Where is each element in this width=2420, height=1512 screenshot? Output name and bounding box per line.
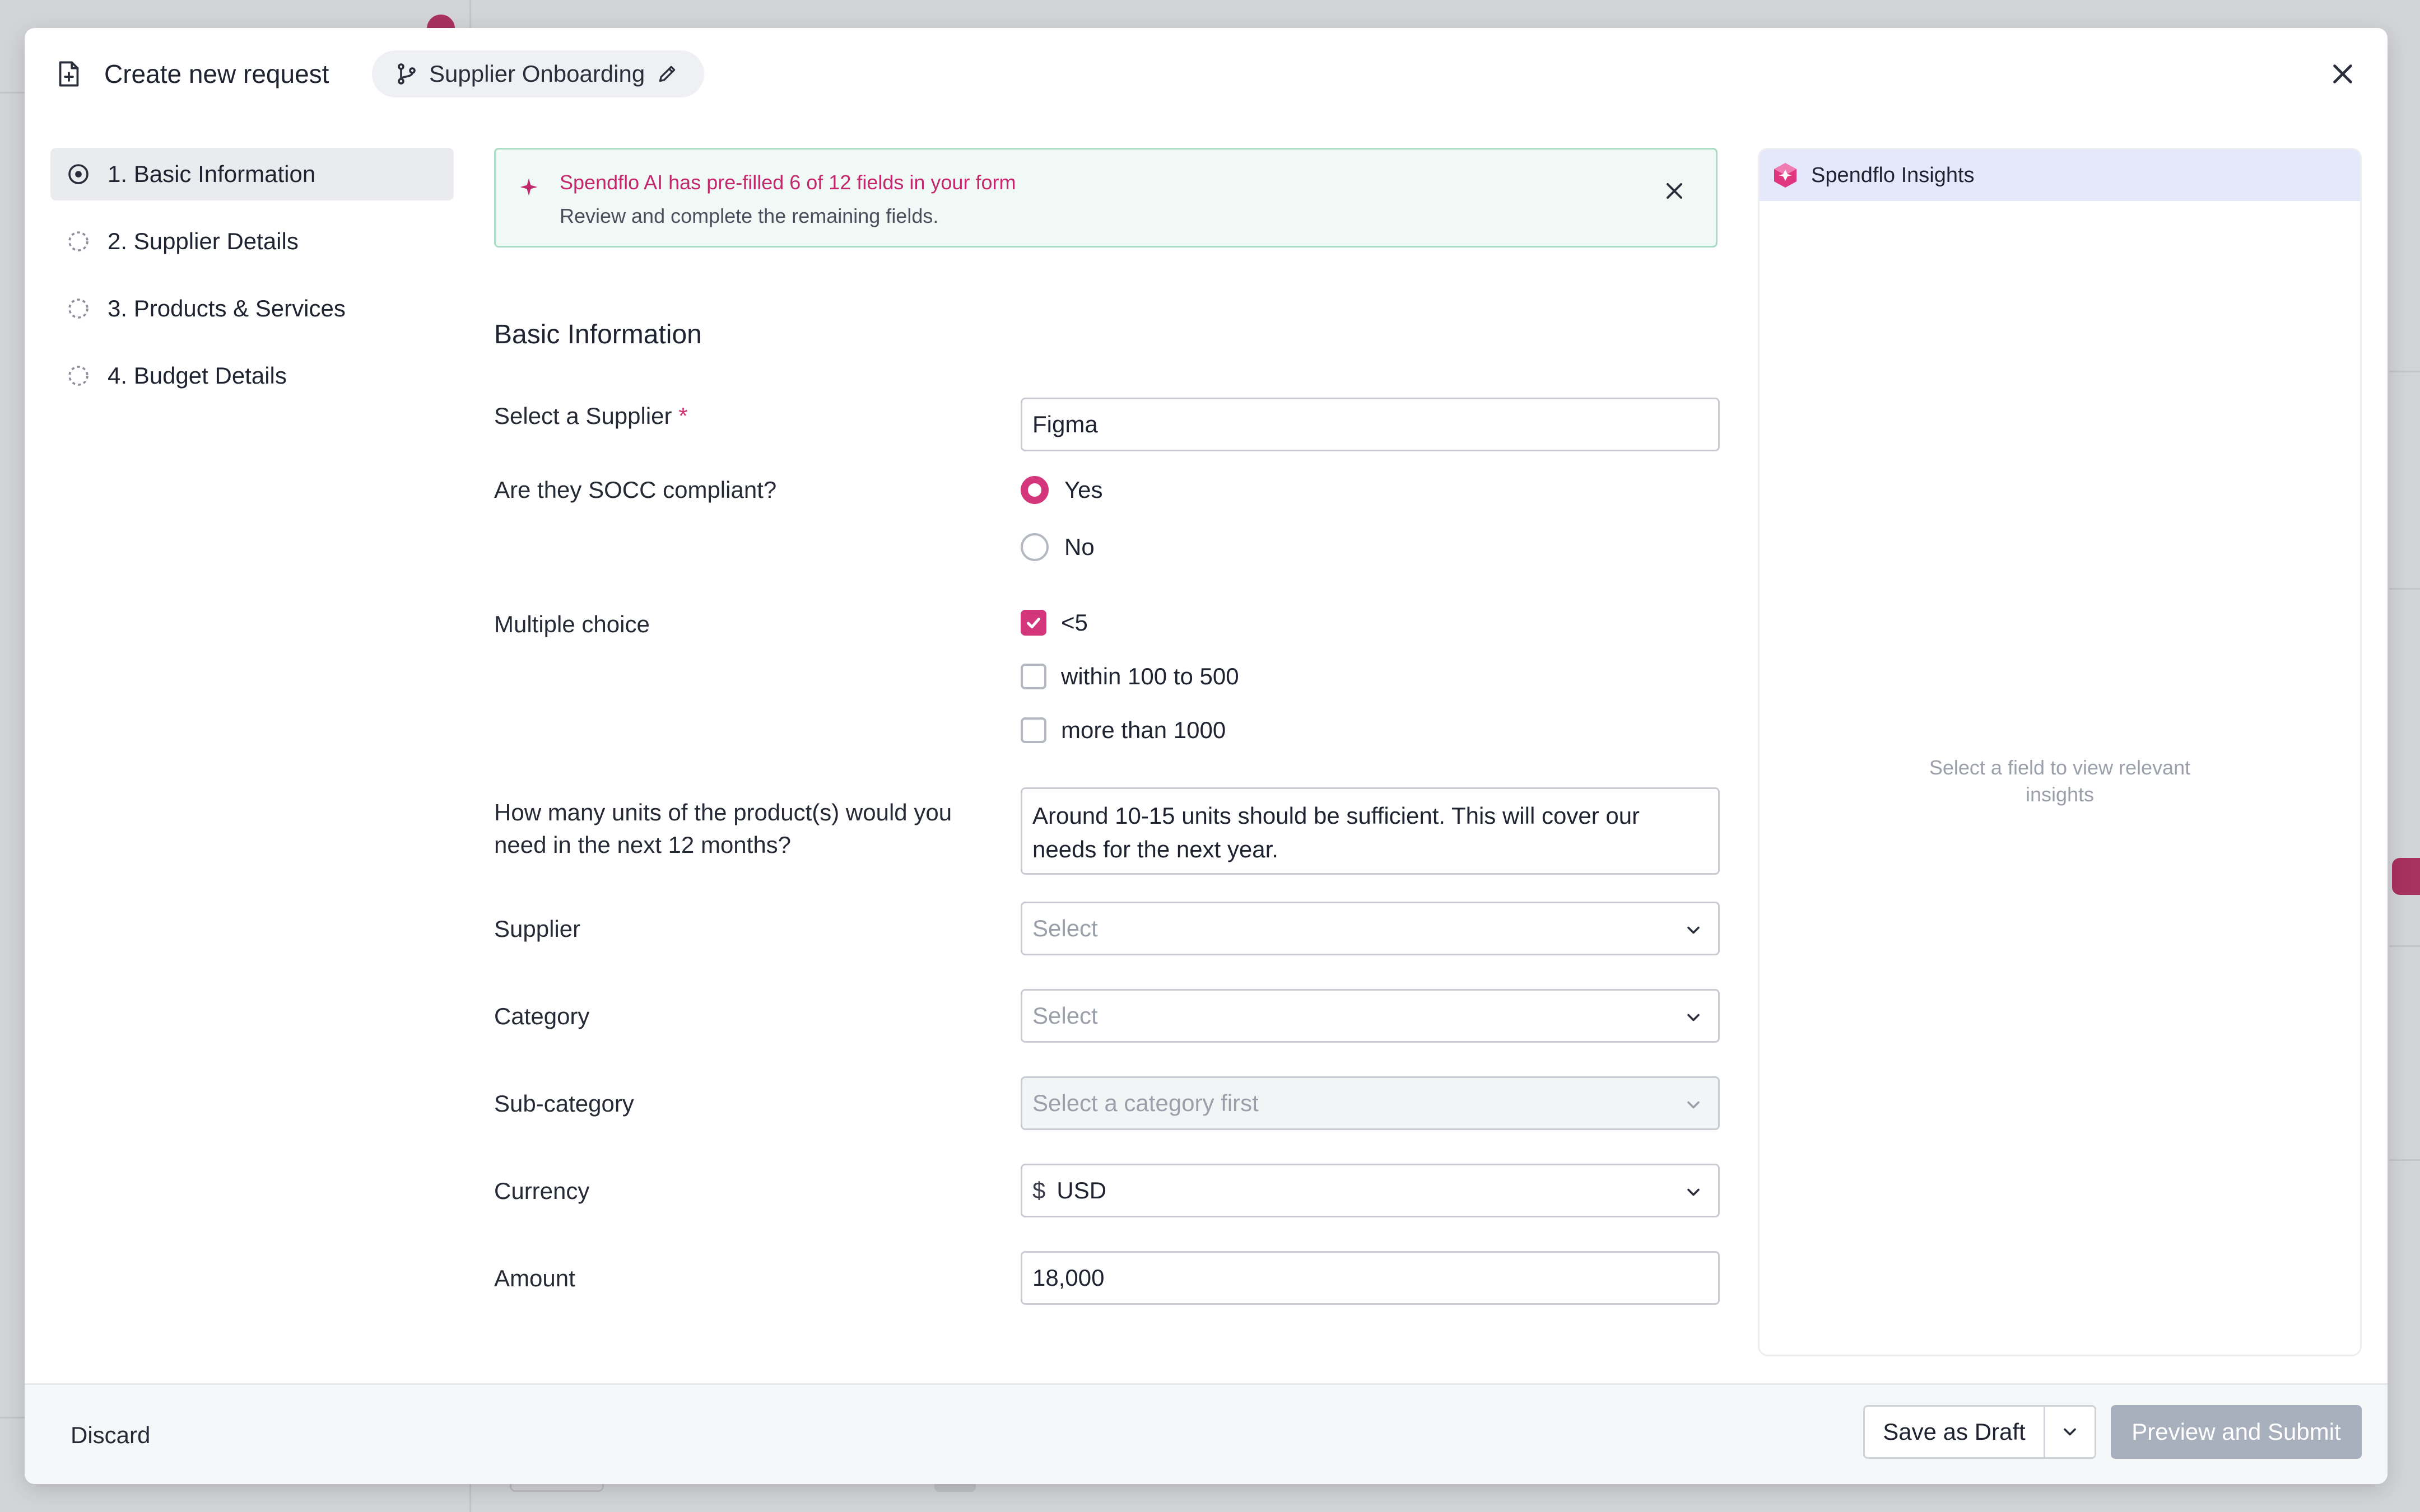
dollar-icon: $ [1032, 1177, 1046, 1203]
insights-empty-state: Select a field to view relevant insights [1760, 754, 2360, 808]
select-placeholder: Select [1032, 915, 1098, 941]
socc-option-yes[interactable]: Yes [1021, 476, 1103, 504]
workflow-name: Supplier Onboarding [429, 60, 645, 87]
nav-step-label: 2. Supplier Details [108, 228, 299, 254]
git-branch-icon [398, 63, 416, 85]
radio-unselected[interactable] [1021, 533, 1049, 561]
input-value: 18,000 [1032, 1264, 1105, 1291]
chevron-down-icon [1687, 1188, 1700, 1196]
close-icon[interactable] [2329, 60, 2356, 87]
currency-label: Currency [494, 1178, 590, 1204]
insights-panel: Spendflo Insights Select a field to view… [1758, 148, 2362, 1356]
category-select[interactable]: Select [1021, 989, 1720, 1043]
chevron-down-icon [2064, 1428, 2076, 1436]
modal-footer: Discard Save as Draft Preview and Submit [25, 1383, 2388, 1484]
pending-step-icon [68, 231, 89, 251]
sparkle-icon [520, 178, 538, 196]
subcategory-label: Sub-category [494, 1090, 634, 1117]
background-divider [2389, 945, 2420, 947]
nav-step-label: 3. Products & Services [108, 295, 346, 321]
select-supplier-input[interactable]: Figma [1021, 398, 1720, 451]
supplier-label: Supplier [494, 916, 581, 942]
choice-option-more-than-1000[interactable]: more than 1000 [1021, 717, 1226, 744]
pending-step-icon [68, 366, 89, 386]
banner-subtitle: Review and complete the remaining fields… [560, 204, 939, 227]
nav-step-basic-information[interactable]: 1. Basic Information [50, 148, 454, 200]
subcategory-select[interactable]: Select a category first [1021, 1076, 1720, 1130]
background-divider [2389, 588, 2420, 590]
units-label: How many units of the product(s) would y… [494, 799, 952, 858]
select-placeholder: Select a category first [1032, 1090, 1259, 1116]
modal-header: Create new request Supplier Onboarding [25, 28, 2388, 118]
radio-selected[interactable] [1021, 476, 1049, 504]
create-request-modal: Create new request Supplier Onboarding 1… [25, 28, 2388, 1484]
option-label: more than 1000 [1061, 717, 1226, 743]
edit-pencil-icon[interactable] [657, 64, 677, 84]
textarea-value: Around 10-15 units should be sufficient.… [1032, 802, 1640, 862]
save-draft-button[interactable]: Save as Draft [1865, 1407, 2045, 1457]
checkmark-icon [1027, 617, 1040, 629]
form-area: Spendflo AI has pre-filled 6 of 12 field… [494, 148, 1721, 1305]
ai-prefill-banner: Spendflo AI has pre-filled 6 of 12 field… [494, 148, 1718, 248]
step-navigation: 1. Basic Information 2. Supplier Details… [50, 148, 454, 417]
nav-step-label: 4. Budget Details [108, 362, 287, 389]
option-label: No [1064, 534, 1095, 560]
socc-label: Are they SOCC compliant? [494, 477, 777, 503]
modal-title: Create new request [104, 59, 329, 88]
nav-step-supplier-details[interactable]: 2. Supplier Details [50, 215, 454, 268]
spendflo-logo-icon [1774, 163, 1797, 188]
amount-label: Amount [494, 1265, 575, 1291]
save-draft-options-button[interactable] [2045, 1407, 2095, 1457]
select-supplier-label: Select a Supplier * [494, 400, 688, 432]
dismiss-banner-icon[interactable] [1663, 180, 1686, 202]
socc-option-no[interactable]: No [1021, 533, 1095, 561]
choice-option-100-to-500[interactable]: within 100 to 500 [1021, 663, 1239, 690]
current-step-icon [68, 164, 89, 184]
checkbox-unchecked[interactable] [1021, 717, 1046, 743]
choice-option-under-5[interactable]: <5 [1021, 609, 1088, 636]
supplier-select[interactable]: Select [1021, 902, 1720, 955]
option-label: <5 [1061, 609, 1088, 636]
multiple-choice-label: Multiple choice [494, 611, 650, 637]
background-divider [2389, 1159, 2420, 1161]
chevron-down-icon [1687, 1101, 1700, 1109]
units-textarea[interactable]: Around 10-15 units should be sufficient.… [1021, 787, 1720, 875]
pending-step-icon [68, 298, 89, 319]
checkbox-checked[interactable] [1021, 610, 1046, 636]
select-placeholder: Select [1032, 1002, 1098, 1029]
banner-title: Spendflo AI has pre-filled 6 of 12 field… [560, 171, 1016, 194]
section-title: Basic Information [494, 320, 702, 349]
workflow-chip[interactable]: Supplier Onboarding [372, 50, 705, 97]
save-draft-group: Save as Draft [1863, 1405, 2096, 1459]
required-asterisk: * [678, 403, 688, 429]
insights-header: Spendflo Insights [1760, 150, 2360, 201]
background-divider [2389, 371, 2420, 372]
field-label-text: Select a Supplier [494, 403, 672, 429]
select-value: USD [1057, 1177, 1107, 1203]
nav-step-budget-details[interactable]: 4. Budget Details [50, 349, 454, 402]
insights-title: Spendflo Insights [1811, 163, 1975, 187]
empty-state-text: Select a field to view relevant insights [1929, 756, 2191, 806]
nav-step-label: 1. Basic Information [108, 161, 316, 187]
currency-select[interactable]: $ USD [1021, 1164, 1720, 1217]
nav-step-products-services[interactable]: 3. Products & Services [50, 282, 454, 335]
category-label: Category [494, 1003, 590, 1029]
file-plus-icon [59, 61, 79, 87]
preview-submit-button[interactable]: Preview and Submit [2111, 1405, 2362, 1459]
checkbox-unchecked[interactable] [1021, 664, 1046, 689]
discard-button[interactable]: Discard [71, 1422, 150, 1449]
chevron-down-icon [1687, 926, 1700, 934]
option-label: Yes [1064, 477, 1103, 503]
input-value: Figma [1032, 411, 1098, 437]
amount-input[interactable]: 18,000 [1021, 1251, 1720, 1305]
option-label: within 100 to 500 [1061, 663, 1239, 689]
chevron-down-icon [1687, 1014, 1700, 1021]
background-button [2392, 858, 2420, 895]
